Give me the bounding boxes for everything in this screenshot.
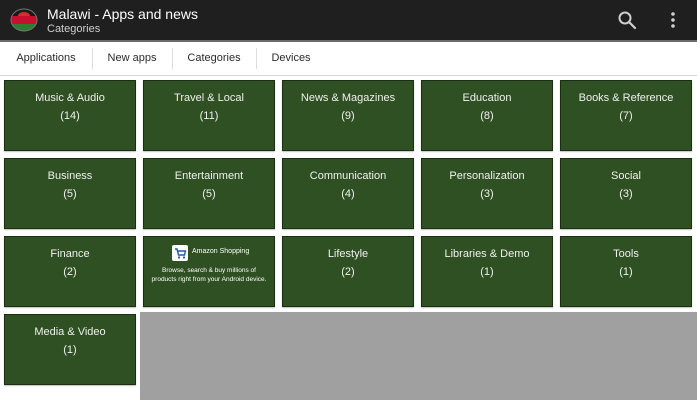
category-tile-finance[interactable]: Finance (2)	[4, 236, 136, 307]
category-tile-news-magazines[interactable]: News & Magazines (9)	[282, 80, 414, 151]
category-count: (5)	[202, 188, 216, 200]
ad-description: Browse, search & buy millions of product…	[151, 267, 267, 283]
category-count: (4)	[341, 188, 355, 200]
category-name: Entertainment	[174, 170, 244, 182]
category-count: (5)	[63, 188, 77, 200]
ad-title: Amazon Shopping	[192, 248, 250, 255]
category-count: (7)	[619, 110, 633, 122]
category-tile-music-audio[interactable]: Music & Audio (14)	[4, 80, 136, 151]
more-vert-icon[interactable]	[664, 10, 682, 30]
category-name: Education	[462, 92, 512, 104]
category-tile-education[interactable]: Education (8)	[421, 80, 553, 151]
category-count: (1)	[480, 266, 494, 278]
category-count: (2)	[341, 266, 355, 278]
category-tile-communication[interactable]: Communication (4)	[282, 158, 414, 229]
category-tile-media-video[interactable]: Media & Video (1)	[4, 314, 136, 385]
category-tile-travel-local[interactable]: Travel & Local (11)	[143, 80, 275, 151]
category-grid: Music & Audio (14) Travel & Local (11) N…	[0, 76, 697, 400]
category-name: Music & Audio	[35, 92, 105, 104]
category-count: (8)	[480, 110, 494, 122]
ad-tile-amazon-shopping[interactable]: Amazon Shopping Browse, search & buy mil…	[143, 236, 275, 307]
category-tile-tools[interactable]: Tools (1)	[560, 236, 692, 307]
category-tile-books-reference[interactable]: Books & Reference (7)	[560, 80, 692, 151]
category-name: Lifestyle	[327, 248, 369, 260]
tab-devices[interactable]: Devices	[260, 42, 322, 75]
category-count: (14)	[60, 110, 80, 122]
category-tile-entertainment[interactable]: Entertainment (5)	[143, 158, 275, 229]
search-icon[interactable]	[617, 10, 637, 30]
tab-applications[interactable]: Applications	[4, 42, 88, 75]
category-count: (9)	[341, 110, 355, 122]
category-name: Libraries & Demo	[444, 248, 530, 260]
category-name: News & Magazines	[300, 92, 396, 104]
tab-categories[interactable]: Categories	[176, 42, 252, 75]
category-name: Tools	[613, 248, 639, 260]
grid-empty-area	[140, 312, 697, 400]
app-bar: Malawi - Apps and news Categories	[0, 0, 697, 40]
category-tile-personalization[interactable]: Personalization (3)	[421, 158, 553, 229]
category-count: (1)	[63, 344, 77, 356]
category-count: (3)	[619, 188, 633, 200]
category-name: Business	[47, 170, 93, 182]
tab-bar: Applications New apps Categories Devices	[0, 42, 697, 76]
malawi-flag-circle-icon[interactable]	[10, 7, 38, 33]
tab-new-apps[interactable]: New apps	[96, 42, 168, 75]
shopping-cart-icon	[172, 245, 188, 261]
category-name: Personalization	[449, 170, 525, 182]
category-tile-business[interactable]: Business (5)	[4, 158, 136, 229]
app-title: Malawi - Apps and news	[47, 6, 198, 22]
category-name: Books & Reference	[578, 92, 674, 104]
category-tile-lifestyle[interactable]: Lifestyle (2)	[282, 236, 414, 307]
tab-divider	[172, 48, 173, 69]
app-subtitle: Categories	[47, 23, 101, 35]
category-name: Social	[611, 170, 641, 182]
category-name: Finance	[50, 248, 90, 260]
category-tile-libraries-demo[interactable]: Libraries & Demo (1)	[421, 236, 553, 307]
tab-divider	[92, 48, 93, 69]
category-name: Media & Video	[34, 326, 106, 338]
category-count: (1)	[619, 266, 633, 278]
tab-divider	[256, 48, 257, 69]
category-count: (3)	[480, 188, 494, 200]
category-name: Communication	[309, 170, 387, 182]
category-count: (11)	[199, 110, 219, 122]
category-count: (2)	[63, 266, 77, 278]
category-tile-social[interactable]: Social (3)	[560, 158, 692, 229]
category-name: Travel & Local	[174, 92, 244, 104]
